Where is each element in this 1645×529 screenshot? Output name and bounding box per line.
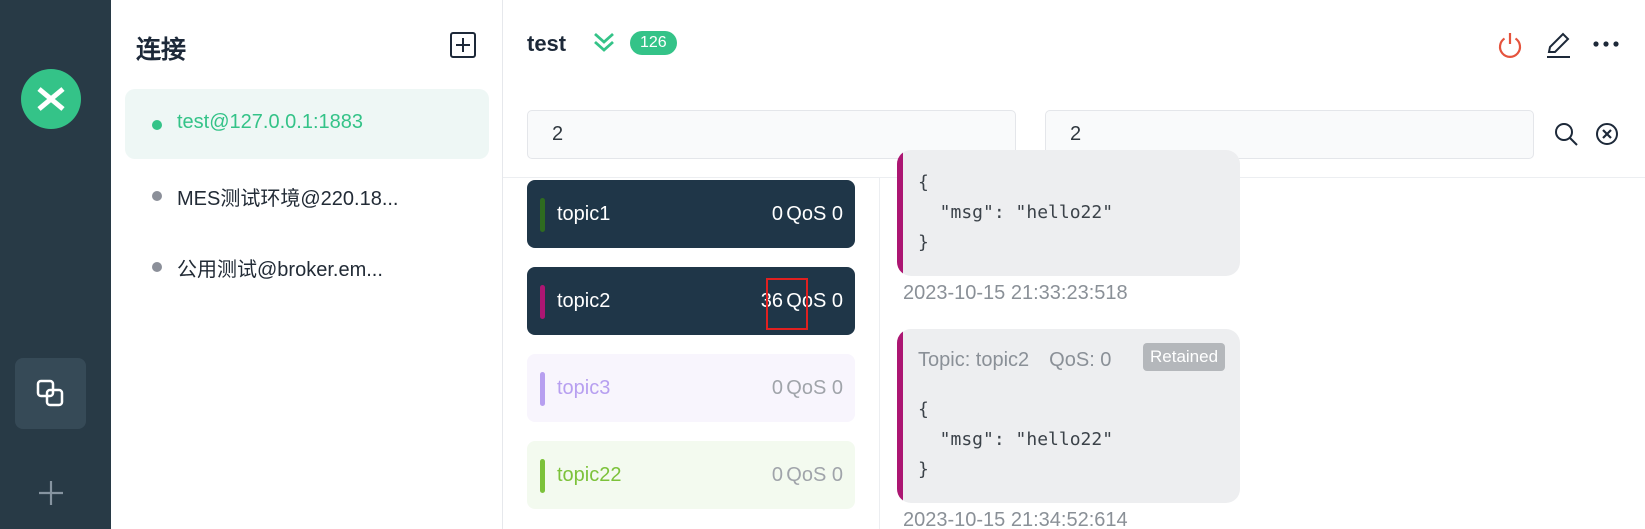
- app-rail: [0, 0, 111, 529]
- message-topic: Topic: topic2: [918, 349, 1030, 371]
- connections-icon[interactable]: [15, 358, 86, 429]
- topic-item[interactable]: topic2 36 QoS 0: [527, 267, 855, 335]
- connection-item[interactable]: test@127.0.0.1:1883: [125, 89, 489, 159]
- message-color-bar: [897, 150, 903, 276]
- message-meta: Topic: topic2 QoS: 0: [918, 349, 1111, 372]
- message-bubble[interactable]: Topic: topic2 QoS: 0 Retained { "msg": "h…: [897, 329, 1240, 503]
- connection-label: 公用测试@broker.em...: [177, 259, 383, 281]
- message-payload: { "msg": "hello22" }: [918, 172, 1114, 253]
- search-icon[interactable]: [1553, 121, 1579, 147]
- status-dot: [152, 120, 162, 130]
- status-dot: [152, 262, 162, 272]
- connection-label: test@127.0.0.1:1883: [177, 111, 363, 133]
- topic-name: topic2: [557, 290, 611, 312]
- topic-color-bar: [540, 198, 545, 232]
- mqttx-logo-icon[interactable]: [21, 69, 81, 129]
- message-payload: { "msg": "hello22" }: [918, 399, 1114, 480]
- topic-item[interactable]: topic22 0 QoS 0: [527, 441, 855, 509]
- topic-color-bar: [540, 285, 545, 319]
- edit-icon[interactable]: [1544, 31, 1572, 59]
- plus-icon[interactable]: [36, 478, 66, 508]
- topics-divider: [879, 178, 880, 529]
- topic-qos: QoS 0: [786, 377, 843, 399]
- topic-count: 0: [771, 464, 783, 486]
- topic-name: topic1: [557, 203, 611, 225]
- topic-name: topic3: [557, 377, 611, 399]
- topic-item[interactable]: topic1 0 QoS 0: [527, 180, 855, 248]
- status-dot: [152, 191, 162, 201]
- connections-title: 连接: [136, 36, 187, 64]
- message-count-badge: 126: [630, 31, 677, 55]
- message-time: 2023-10-15 21:33:23:518: [903, 282, 1128, 304]
- topic-name: topic22: [557, 464, 622, 486]
- topic-qos: QoS 0: [786, 203, 843, 225]
- message-qos: QoS: 0: [1049, 349, 1112, 371]
- power-icon[interactable]: [1496, 31, 1524, 59]
- connection-item[interactable]: MES测试环境@220.18...: [125, 160, 489, 230]
- topic-count: 0: [771, 377, 783, 399]
- connection-panel: 连接 test@127.0.0.1:1883 MES测试环境@220.18...…: [111, 0, 503, 529]
- double-chevron-down-icon[interactable]: [591, 29, 617, 55]
- retained-badge: Retained: [1143, 343, 1226, 371]
- message-color-bar: [897, 329, 903, 503]
- connection-item[interactable]: 公用测试@broker.em...: [125, 231, 489, 301]
- topic-color-bar: [540, 459, 545, 493]
- clear-circle-icon[interactable]: [1594, 121, 1620, 147]
- connection-title: test: [527, 31, 567, 56]
- add-square-icon[interactable]: [449, 31, 477, 59]
- highlight-box: [766, 278, 808, 330]
- message-bubble[interactable]: { "msg": "hello22" }: [897, 150, 1240, 276]
- topic-count: 0: [771, 203, 783, 225]
- topic-item[interactable]: topic3 0 QoS 0: [527, 354, 855, 422]
- connection-label: MES测试环境@220.18...: [177, 188, 399, 210]
- main-panel: test 126 2 2 topic1 0 QoS 0 topic2 36 Qo…: [503, 0, 1645, 529]
- message-time: 2023-10-15 21:34:52:614: [903, 509, 1128, 529]
- topic-qos: QoS 0: [786, 464, 843, 486]
- topic-color-bar: [540, 372, 545, 406]
- more-icon[interactable]: [1592, 31, 1620, 59]
